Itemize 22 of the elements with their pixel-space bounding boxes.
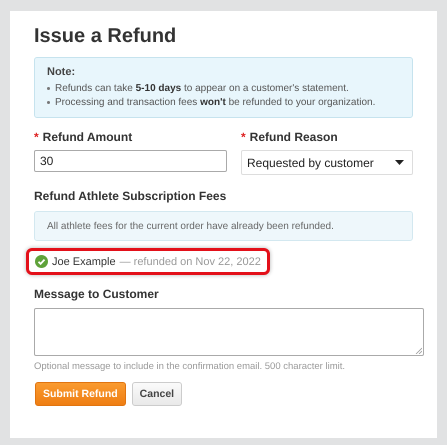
resize-grip-icon bbox=[415, 347, 422, 354]
info-message: All athlete fees for the current order have already been refunded. bbox=[34, 211, 413, 241]
required-mark: * bbox=[241, 130, 246, 144]
athlete-name: Joe Example bbox=[52, 256, 116, 268]
note-text: Processing and transaction fees won't be refunded to your organization. bbox=[55, 97, 376, 108]
bullet-icon bbox=[47, 101, 50, 104]
message-field[interactable] bbox=[34, 308, 424, 356]
section-heading: Refund Athlete Subscription Fees bbox=[34, 189, 228, 203]
caret-icon bbox=[395, 160, 404, 165]
note-heading: Note: bbox=[47, 66, 76, 78]
field-label: Refund Amount bbox=[42, 130, 132, 144]
note-text: Refunds can take 5-10 days to appear on a customer's statement. bbox=[55, 83, 349, 94]
bullet-icon bbox=[47, 87, 50, 90]
help-text: Optional message to include in the confirmation email. 500 character limit. bbox=[34, 361, 346, 372]
dialog-title: Issue a Refund bbox=[34, 25, 178, 48]
field-label: Refund Reason bbox=[250, 130, 338, 144]
required-mark: * bbox=[34, 130, 39, 144]
cancel-button[interactable]: Cancel bbox=[132, 382, 182, 406]
reason-dropdown[interactable]: Requested by customer bbox=[241, 150, 413, 175]
field-label: Message to Customer bbox=[34, 287, 160, 301]
amount-field[interactable]: 30 bbox=[34, 150, 227, 172]
refund-date: — refunded on Nov 22, 2022 bbox=[120, 256, 261, 268]
